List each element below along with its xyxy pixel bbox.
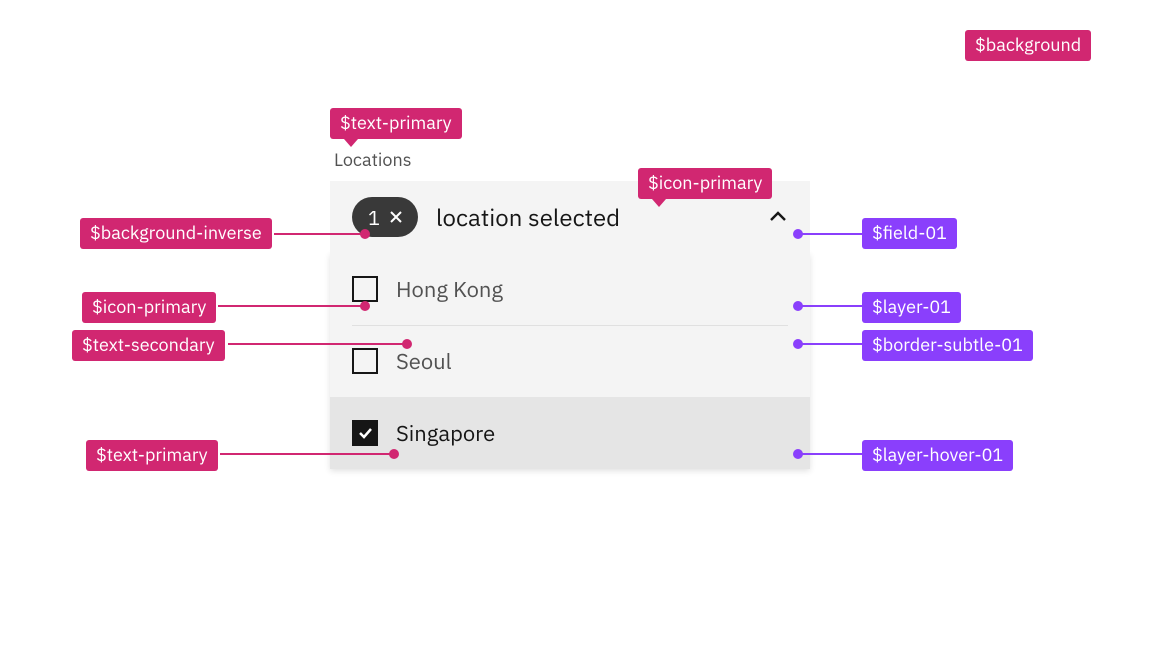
checkbox-icon[interactable]: [352, 276, 378, 302]
token-icon-primary-checkbox: $icon-primary: [82, 292, 216, 323]
selection-summary: location selected: [436, 201, 768, 233]
token-layer-01: $layer-01: [862, 292, 961, 323]
callout-line: [798, 343, 862, 345]
token-layer-hover-01: $layer-hover-01: [862, 440, 1013, 471]
callout-line: [218, 305, 365, 307]
option-seoul[interactable]: Seoul: [330, 325, 810, 397]
token-icon-primary-chevron: $icon-primary: [638, 168, 772, 199]
option-label: Singapore: [396, 419, 495, 448]
callout-line: [220, 453, 394, 455]
token-background: $background: [965, 30, 1091, 61]
checkbox-checked-icon[interactable]: [352, 420, 378, 446]
option-label: Seoul: [396, 347, 452, 376]
callout-line: [798, 233, 862, 235]
option-label: Hong Kong: [396, 275, 503, 304]
multiselect-menu: Hong Kong Seoul Singapore: [330, 253, 810, 469]
token-text-primary: $text-primary: [330, 108, 462, 139]
close-icon[interactable]: [388, 209, 404, 225]
chevron-up-icon[interactable]: [768, 207, 788, 227]
option-singapore[interactable]: Singapore: [330, 397, 810, 469]
callout-line: [798, 453, 862, 455]
token-border-subtle-01: $border-subtle-01: [862, 330, 1033, 361]
token-field-01: $field-01: [862, 218, 957, 249]
callout-line: [798, 305, 862, 307]
selection-count: 1: [368, 204, 380, 231]
token-text-primary-selected: $text-primary: [86, 440, 218, 471]
callout-line: [274, 233, 365, 235]
callout-line: [228, 343, 407, 345]
token-background-inverse: $background-inverse: [80, 218, 272, 249]
token-text-secondary: $text-secondary: [72, 330, 225, 361]
option-hong-kong[interactable]: Hong Kong: [330, 253, 810, 325]
checkbox-icon[interactable]: [352, 348, 378, 374]
